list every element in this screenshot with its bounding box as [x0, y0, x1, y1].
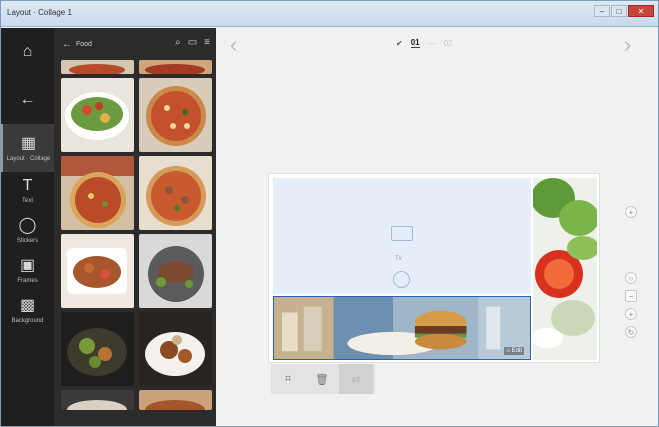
- check-icon[interactable]: ✔: [396, 39, 403, 48]
- zoom-in-icon[interactable]: +: [625, 308, 637, 320]
- photo-thumbnail[interactable]: [139, 312, 212, 386]
- nav-item-label: Layout · Collage: [6, 155, 51, 162]
- folder-back-icon[interactable]: ←: [62, 39, 72, 50]
- zoom-out-icon[interactable]: −: [625, 290, 637, 302]
- left-nav-rail: ⌂ ← ▦ Layout · Collage T Text ◯ Stickers…: [1, 28, 54, 426]
- minimize-button[interactable]: –: [594, 5, 610, 17]
- add-photo-icon: [391, 226, 413, 241]
- photo-thumbnail[interactable]: [61, 60, 134, 74]
- photo-thumbnail[interactable]: [139, 234, 212, 308]
- layout-icon: ▦: [20, 134, 37, 152]
- sticker-icon: ◯: [18, 216, 37, 234]
- photo-thumbnail[interactable]: [139, 156, 212, 230]
- placeholder-label: Tv: [395, 256, 402, 262]
- photo-thumbnail[interactable]: [61, 312, 134, 386]
- photo-slot-burger[interactable]: ⌂ Edit: [273, 296, 531, 360]
- nav-item-layout[interactable]: ▦ Layout · Collage: [1, 124, 54, 172]
- nav-item-label: Background: [11, 317, 44, 324]
- photo-thumbnail[interactable]: [61, 234, 134, 308]
- close-button[interactable]: ✕: [628, 5, 654, 17]
- photo-thumbnail[interactable]: [61, 78, 134, 152]
- folder-icon[interactable]: ▭: [188, 37, 197, 48]
- nav-item-label: Stickers: [16, 237, 39, 244]
- crop-icon[interactable]: ⌗: [271, 364, 305, 394]
- empty-photo-slot[interactable]: Tv: [273, 178, 531, 294]
- title-bar[interactable]: Layout · Collage 1 – □ ✕: [1, 1, 658, 27]
- page-tab-active[interactable]: 01: [410, 38, 420, 48]
- photo-thumbnail[interactable]: [139, 390, 212, 410]
- panel-header: ← Food ⌕ ▭ ≡: [54, 28, 216, 60]
- app-window: Layout · Collage 1 – □ ✕ ⌂ ← ▦ Layout · …: [0, 0, 659, 427]
- window-title: Layout · Collage 1: [7, 8, 72, 17]
- search-icon[interactable]: ⌕: [175, 37, 181, 48]
- photo-slot-salad[interactable]: [533, 178, 597, 360]
- photo-thumbnail[interactable]: [61, 390, 134, 410]
- nav-item-background[interactable]: ▩ Background: [1, 286, 54, 334]
- photo-thumbnail[interactable]: [139, 60, 212, 74]
- home-icon: ⌂: [22, 43, 33, 60]
- add-circle-icon[interactable]: [393, 271, 410, 288]
- collage-canvas: Tv ⌂ Edit: [269, 174, 599, 362]
- cell-toolbar: ⌗ 🗑 ⇄: [271, 364, 375, 394]
- slot-edit-tag[interactable]: ⌂ Edit: [504, 347, 524, 355]
- home-button[interactable]: ⌂: [1, 28, 54, 76]
- photo-thumbnail[interactable]: [139, 78, 212, 152]
- add-icon[interactable]: +: [625, 206, 637, 218]
- nav-item-label: Frames: [17, 277, 38, 284]
- page-tab-separator: —: [427, 38, 436, 48]
- menu-icon[interactable]: ≡: [204, 37, 210, 48]
- nav-item-label: Text: [21, 197, 33, 204]
- next-arrow-icon[interactable]: ›: [624, 32, 631, 58]
- folder-name: Food: [76, 40, 92, 48]
- frame-icon: ▣: [19, 256, 36, 274]
- circle-icon[interactable]: ○: [625, 272, 637, 284]
- swap-icon[interactable]: ⇄: [339, 364, 373, 394]
- background-icon: ▩: [19, 296, 36, 314]
- text-icon: T: [22, 176, 33, 194]
- back-button[interactable]: ←: [1, 76, 54, 124]
- page-toolbar: ✔ 01 — 02: [396, 38, 453, 48]
- delete-icon[interactable]: 🗑: [305, 364, 339, 394]
- previous-arrow-icon[interactable]: ‹: [230, 32, 237, 58]
- photo-thumbnail[interactable]: [61, 156, 134, 230]
- page-tab[interactable]: 02: [444, 39, 453, 48]
- photo-browser-panel: ← Food ⌕ ▭ ≡: [54, 28, 216, 426]
- canvas-area: ‹ › ✔ 01 — 02 Tv ⌂ Edit ⌗ 🗑 ⇄ + ○ − + ↻: [216, 28, 658, 426]
- back-arrow-icon: ←: [19, 91, 36, 108]
- panel-tools: ⌕ ▭ ≡: [175, 37, 210, 48]
- maximize-button[interactable]: □: [611, 5, 627, 17]
- window-controls: – □ ✕: [594, 5, 654, 17]
- rotate-icon[interactable]: ↻: [625, 326, 637, 338]
